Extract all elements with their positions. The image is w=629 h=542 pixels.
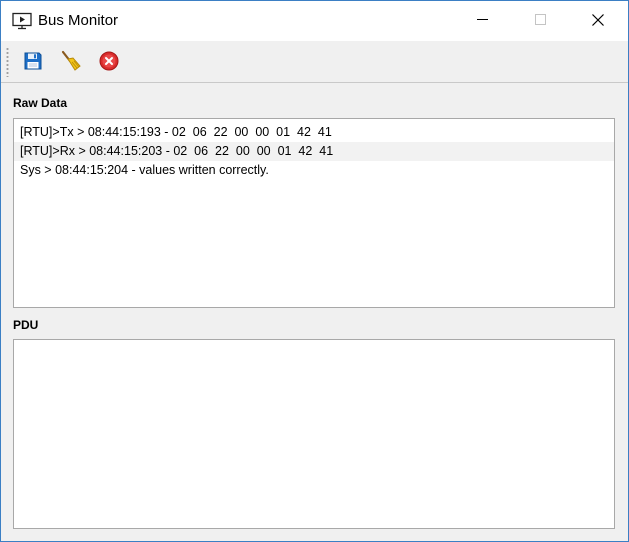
toolbar-grip[interactable] bbox=[6, 47, 9, 77]
log-line: [RTU]>Tx > 08:44:15:193 - 02 06 22 00 00… bbox=[20, 125, 332, 139]
toolbar bbox=[1, 41, 628, 83]
title-bar[interactable]: Bus Monitor bbox=[1, 1, 628, 41]
maximize-button[interactable] bbox=[511, 1, 569, 41]
clear-button[interactable] bbox=[59, 50, 83, 74]
pdu-textbox[interactable] bbox=[13, 339, 615, 529]
raw-data-label: Raw Data bbox=[13, 96, 68, 110]
minimize-icon bbox=[476, 14, 488, 28]
raw-data-textbox[interactable]: [RTU]>Tx > 08:44:15:193 - 02 06 22 00 00… bbox=[13, 118, 615, 308]
log-line: Sys > 08:44:15:204 - values written corr… bbox=[20, 163, 269, 177]
stop-button[interactable] bbox=[97, 50, 121, 74]
monitor-play-icon bbox=[12, 12, 32, 30]
red-x-circle-icon bbox=[99, 51, 119, 74]
log-line: [RTU]>Rx > 08:44:15:203 - 02 06 22 00 00… bbox=[14, 142, 614, 161]
broom-icon bbox=[60, 50, 82, 75]
pdu-label: PDU bbox=[13, 318, 39, 332]
close-button[interactable] bbox=[569, 1, 627, 41]
floppy-disk-icon bbox=[23, 51, 43, 74]
maximize-icon bbox=[534, 14, 546, 28]
save-button[interactable] bbox=[21, 50, 45, 74]
minimize-button[interactable] bbox=[453, 1, 511, 41]
close-icon bbox=[592, 13, 604, 29]
window-title: Bus Monitor bbox=[38, 12, 119, 29]
bus-monitor-window: Bus Monitor Raw Data [RTU]>Tx > 08:44:15… bbox=[0, 0, 629, 542]
